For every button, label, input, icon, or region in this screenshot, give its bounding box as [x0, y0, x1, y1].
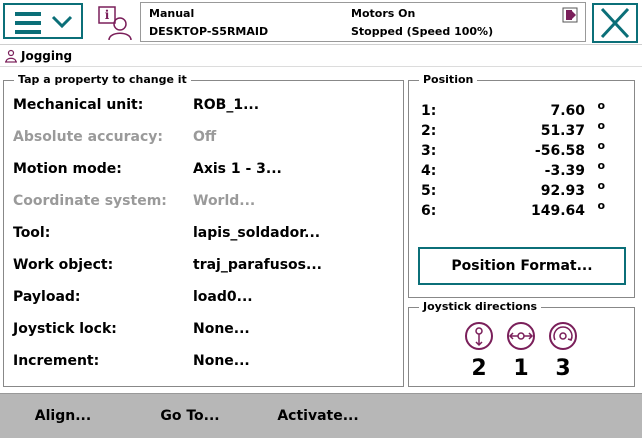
joystick-direction-number: 1 [513, 356, 529, 381]
operating-mode: Manual [149, 7, 195, 20]
align-button[interactable]: Align... [18, 394, 108, 438]
degree-unit: o [597, 199, 605, 212]
position-title: Position [419, 73, 478, 86]
property-label: Coordinate system: [13, 193, 167, 209]
axis-value: -56.58 [534, 143, 585, 159]
axis-index: 1: [421, 103, 437, 119]
main-menu-button[interactable] [3, 3, 83, 39]
position-row: 2: 51.37 o [421, 119, 621, 143]
activate-button[interactable]: Activate... [268, 394, 368, 438]
axis-value: 92.93 [540, 183, 585, 199]
joystick-directions-panel: Joystick directions 2 1 3 [408, 300, 635, 387]
joystick-direction-number: 3 [555, 356, 571, 381]
degree-unit: o [597, 99, 605, 112]
view-title: Jogging [21, 49, 73, 63]
joystick-vertical-icon [465, 322, 493, 350]
property-value: traj_parafusos... [193, 257, 322, 273]
property-value: ROB_1... [193, 97, 260, 113]
properties-title: Tap a property to change it [14, 73, 191, 86]
close-button[interactable] [592, 3, 638, 43]
position-format-button[interactable]: Position Format... [418, 247, 626, 285]
hamburger-menu-icon [15, 12, 41, 39]
axis-index: 3: [421, 143, 437, 159]
position-row: 5: 92.93 o [421, 179, 621, 203]
property-label: Tool: [13, 225, 51, 241]
joystick-rotate-icon [549, 322, 577, 350]
position-row: 3: -56.58 o [421, 139, 621, 163]
degree-unit: o [597, 179, 605, 192]
property-value: None... [193, 353, 250, 369]
joystick-title: Joystick directions [419, 300, 542, 313]
axis-index: 5: [421, 183, 437, 199]
operator-info-icon[interactable]: i [96, 4, 134, 42]
degree-unit: o [597, 139, 605, 152]
top-bar: i Manual DESKTOP-S5RMAID Motors On Stopp… [0, 0, 642, 45]
event-log-icon [562, 7, 578, 23]
property-value: load0... [193, 289, 253, 305]
position-row: 1: 7.60 o [421, 99, 621, 123]
position-row: 6: 149.64 o [421, 199, 621, 223]
motors-state: Motors On [351, 7, 416, 20]
position-panel: Position 1: 7.60 o 2: 51.37 o 3: -56.58 … [408, 73, 635, 298]
property-value: World... [193, 193, 256, 209]
controller-name: DESKTOP-S5RMAID [149, 25, 269, 38]
property-value: Off [193, 129, 217, 145]
axis-value: 149.64 [530, 203, 585, 219]
property-value: Axis 1 - 3... [193, 161, 282, 177]
chevron-down-icon [51, 15, 73, 29]
properties-panel: Tap a property to change it Mechanical u… [3, 73, 404, 387]
axis-index: 4: [421, 163, 437, 179]
property-label: Payload: [13, 289, 81, 305]
go-to-button[interactable]: Go To... [145, 394, 235, 438]
axis-value: 7.60 [550, 103, 585, 119]
property-label: Joystick lock: [13, 321, 117, 337]
view-header: Jogging [0, 45, 642, 67]
property-value: lapis_soldador... [193, 225, 321, 241]
property-label: Mechanical unit: [13, 97, 144, 113]
joystick-horizontal-icon [507, 322, 535, 350]
position-row: 4: -3.39 o [421, 159, 621, 183]
axis-value: -3.39 [544, 163, 585, 179]
property-label: Increment: [13, 353, 100, 369]
joystick-direction-number: 2 [471, 356, 487, 381]
jogging-icon [5, 49, 17, 63]
program-state: Stopped (Speed 100%) [351, 25, 494, 38]
degree-unit: o [597, 119, 605, 132]
axis-index: 6: [421, 203, 437, 219]
property-label: Work object: [13, 257, 114, 273]
axis-index: 2: [421, 123, 437, 139]
close-icon [600, 7, 630, 39]
property-label: Absolute accuracy: [13, 129, 164, 145]
status-bar[interactable]: Manual DESKTOP-S5RMAID Motors On Stopped… [140, 2, 586, 42]
svg-text:i: i [105, 8, 110, 22]
property-label: Motion mode: [13, 161, 122, 177]
property-value: None... [193, 321, 250, 337]
degree-unit: o [597, 159, 605, 172]
axis-value: 51.37 [540, 123, 585, 139]
command-bar: Align... Go To... Activate... [0, 393, 642, 438]
